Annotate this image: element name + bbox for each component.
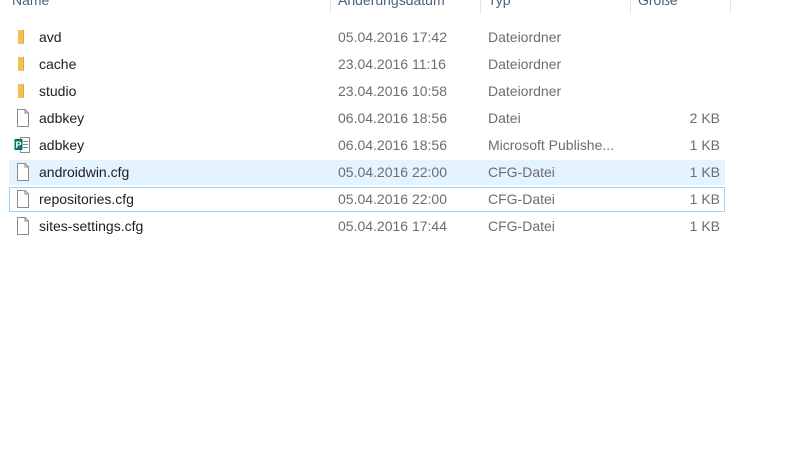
file-date: 23.04.2016 10:58 (338, 83, 447, 99)
file-name: studio (39, 83, 77, 99)
file-name: adbkey (39, 137, 85, 153)
file-size: 2 KB (689, 110, 720, 126)
file-icon (14, 217, 32, 235)
file-date: 05.04.2016 17:42 (338, 29, 447, 45)
file-row[interactable]: cache 23.04.2016 11:16 Dateiordner (9, 52, 725, 77)
file-type: Dateiordner (488, 29, 562, 45)
column-header-type[interactable]: Typ (488, 0, 511, 14)
file-explorer-list-view: Name Änderungsdatum Typ Größe avd 05.04.… (0, 0, 811, 464)
file-row[interactable]: studio 23.04.2016 10:58 Dateiordner (9, 79, 725, 104)
folder-icon (14, 28, 32, 46)
column-divider[interactable] (330, 0, 331, 14)
file-size: 1 KB (689, 218, 720, 234)
file-size: 1 KB (689, 137, 720, 153)
column-divider[interactable] (730, 0, 731, 14)
file-size (630, 53, 720, 76)
file-type: CFG-Datei (488, 164, 555, 180)
publisher-file-icon: P (14, 136, 32, 154)
folder-icon (14, 55, 32, 73)
column-header-name[interactable]: Name (12, 0, 49, 14)
file-name: avd (39, 29, 62, 45)
file-icon (14, 190, 32, 208)
file-icon (14, 163, 32, 181)
file-date: 06.04.2016 18:56 (338, 137, 447, 153)
column-header-bar: Name Änderungsdatum Typ Größe (0, 0, 811, 14)
file-type: Microsoft Publishe... (488, 137, 615, 153)
file-date: 23.04.2016 11:16 (338, 56, 446, 72)
file-icon (14, 109, 32, 127)
file-type: CFG-Datei (488, 191, 555, 207)
file-name: androidwin.cfg (39, 164, 130, 180)
file-size (630, 26, 720, 49)
file-row[interactable]: adbkey 06.04.2016 18:56 Datei 2 KB (9, 106, 725, 131)
file-type: CFG-Datei (488, 218, 555, 234)
file-row[interactable]: sites-settings.cfg 05.04.2016 17:44 CFG-… (9, 214, 725, 239)
file-date: 05.04.2016 17:44 (338, 218, 447, 234)
file-name: repositories.cfg (39, 191, 134, 207)
file-row[interactable]: avd 05.04.2016 17:42 Dateiordner (9, 25, 725, 50)
file-size (630, 80, 720, 103)
column-header-size[interactable]: Größe (638, 0, 678, 14)
column-divider[interactable] (630, 0, 631, 14)
file-size: 1 KB (689, 164, 720, 180)
file-row[interactable]: P adbkey 06.04.2016 18:56 Microsoft Publ… (9, 133, 725, 158)
file-name: adbkey (39, 110, 85, 126)
file-type: Datei (488, 110, 521, 126)
file-size: 1 KB (689, 191, 720, 207)
column-divider[interactable] (480, 0, 481, 14)
file-date: 05.04.2016 22:00 (338, 164, 447, 180)
file-row[interactable]: repositories.cfg 05.04.2016 22:00 CFG-Da… (9, 187, 725, 212)
svg-text:P: P (15, 140, 21, 150)
file-date: 05.04.2016 22:00 (338, 191, 447, 207)
file-type: Dateiordner (488, 56, 562, 72)
file-type: Dateiordner (488, 83, 562, 99)
column-header-date[interactable]: Änderungsdatum (338, 0, 445, 14)
file-row[interactable]: androidwin.cfg 05.04.2016 22:00 CFG-Date… (9, 160, 725, 185)
file-name: sites-settings.cfg (39, 218, 144, 234)
file-name: cache (39, 56, 77, 72)
folder-icon (14, 82, 32, 100)
file-date: 06.04.2016 18:56 (338, 110, 447, 126)
